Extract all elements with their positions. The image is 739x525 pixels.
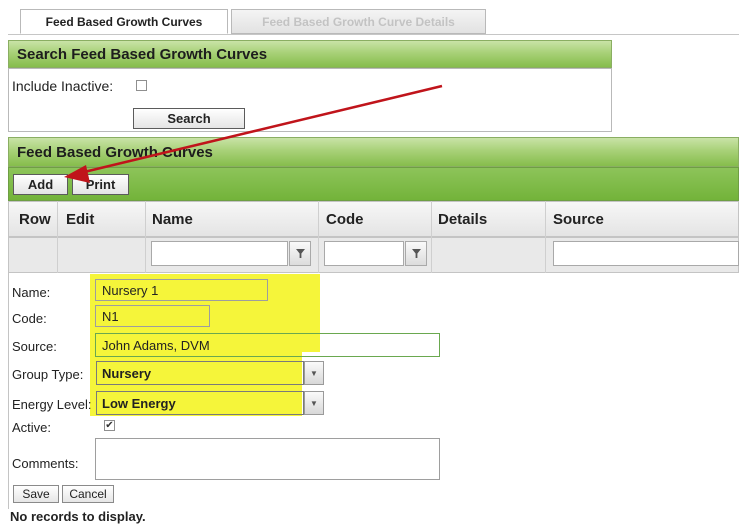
comments-label: Comments: [12,456,79,471]
checkmark-icon: ✔ [105,419,114,431]
dropdown-arrow-icon: ▼ [310,368,318,378]
column-divider [431,201,432,273]
column-header-row[interactable]: Row [19,203,51,236]
include-inactive-label: Include Inactive: [12,78,114,94]
no-records-message: No records to display. [10,509,146,524]
source-label: Source: [12,339,57,354]
code-input[interactable]: N1 [95,305,210,327]
dropdown-arrow-icon: ▼ [310,398,318,408]
column-header-name[interactable]: Name [152,203,193,236]
name-input[interactable]: Nursery 1 [95,279,268,301]
grid-panel-header: Feed Based Growth Curves [8,137,739,167]
filter-icon [411,249,421,258]
active-label: Active: [12,420,52,435]
filter-name-input[interactable] [151,241,288,266]
include-inactive-checkbox[interactable] [136,80,147,91]
filter-name-button[interactable] [289,241,311,266]
energy-level-dropdown-button[interactable]: ▼ [304,391,324,415]
tab-label: Feed Based Growth Curves [45,14,203,29]
code-label: Code: [12,311,47,326]
filter-source-input[interactable] [553,241,739,266]
energy-level-select[interactable]: Low Energy [96,391,304,415]
save-button[interactable]: Save [13,485,59,503]
column-divider [57,201,58,273]
column-divider [545,201,546,273]
tab-strip-line [8,34,739,35]
filter-code-input[interactable] [324,241,404,266]
group-type-select[interactable]: Nursery [96,361,304,385]
grid-panel-title: Feed Based Growth Curves [17,143,213,161]
cancel-button[interactable]: Cancel [62,485,114,503]
column-header-edit[interactable]: Edit [66,203,94,236]
energy-level-label: Energy Level: [12,397,92,412]
tab-feed-based-growth-curves[interactable]: Feed Based Growth Curves [20,9,228,34]
column-header-source[interactable]: Source [553,203,604,236]
column-divider [318,201,319,273]
grid-column-header-row [8,201,739,237]
column-header-details[interactable]: Details [438,203,487,236]
tab-label: Feed Based Growth Curve Details [262,14,455,29]
group-type-label: Group Type: [12,367,84,382]
source-input[interactable]: John Adams, DVM [95,333,440,357]
filter-code-button[interactable] [405,241,427,266]
name-label: Name: [12,285,51,300]
filter-icon [295,249,305,258]
search-panel-header: Search Feed Based Growth Curves [8,40,612,68]
comments-textarea[interactable] [95,438,440,480]
active-checkbox[interactable]: ✔ [104,420,115,431]
print-button[interactable]: Print [72,174,129,195]
search-panel-title: Search Feed Based Growth Curves [17,45,268,63]
search-button[interactable]: Search [133,108,245,129]
column-header-code[interactable]: Code [326,203,364,236]
add-button[interactable]: Add [13,174,68,195]
column-divider [145,201,146,273]
group-type-dropdown-button[interactable]: ▼ [304,361,324,385]
tab-feed-based-growth-curve-details[interactable]: Feed Based Growth Curve Details [231,9,486,34]
